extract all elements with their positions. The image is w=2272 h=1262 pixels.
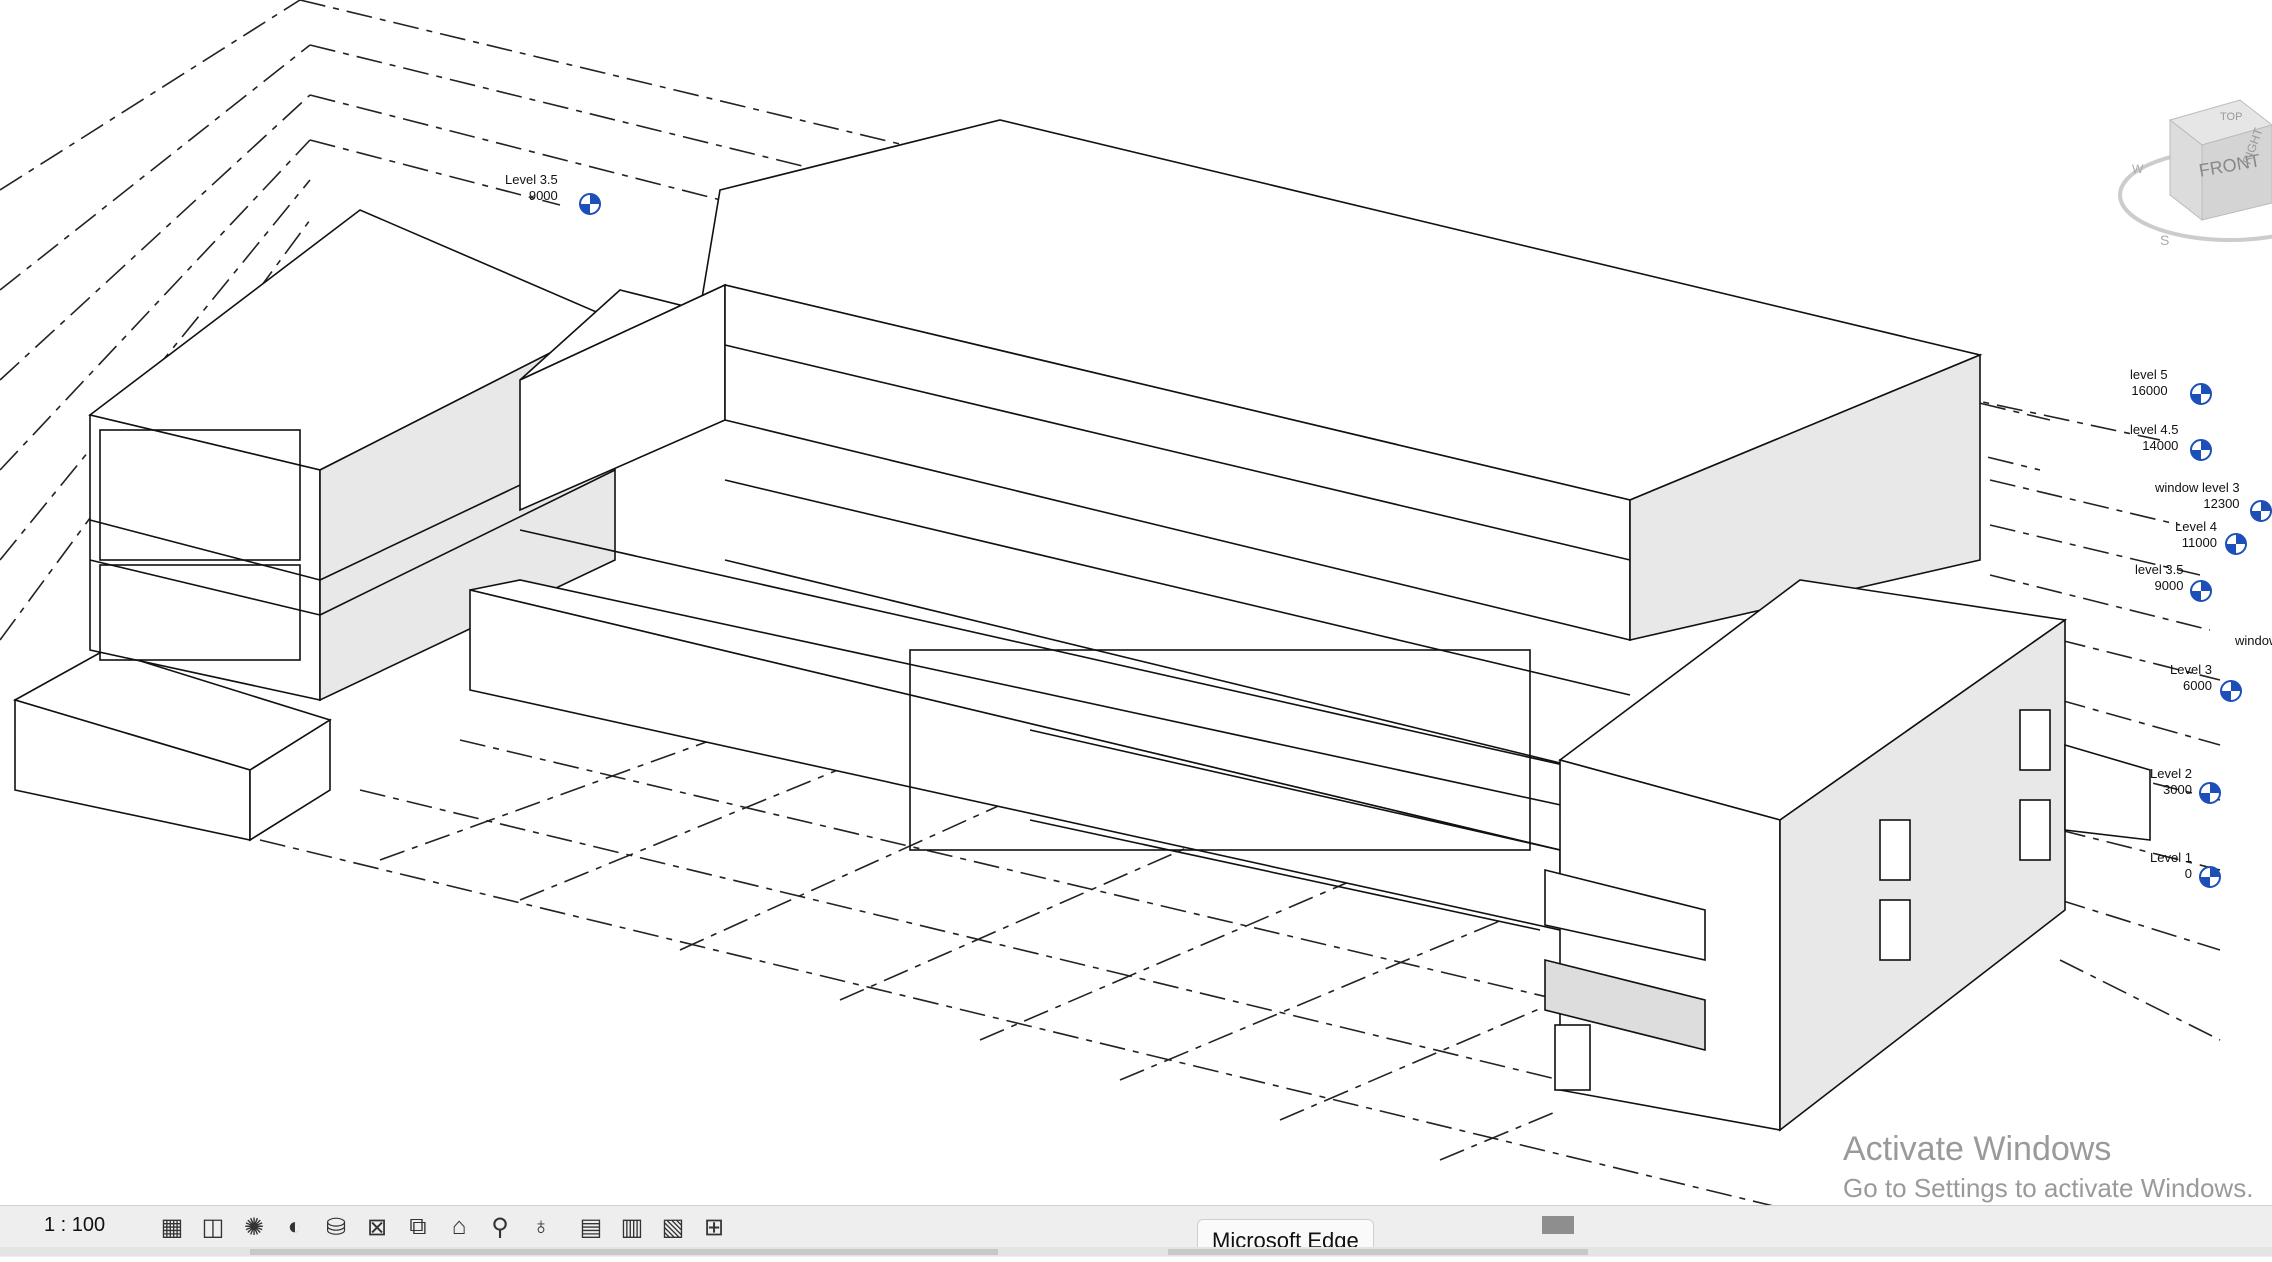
scrollbar-segment[interactable] <box>1168 1249 1588 1255</box>
scrollbar-thumb[interactable] <box>1542 1216 1574 1234</box>
level-tag: window level 3 12300 <box>2155 480 2240 512</box>
compass-s-label: S <box>2160 232 2169 248</box>
level-elevation: 9000 <box>2154 578 2184 593</box>
level-tag: window <box>2235 633 2272 649</box>
analytical-model-icon[interactable]: ▧ <box>656 1210 690 1244</box>
viewcube[interactable]: FRONT TOP RIGHT W S <box>2110 85 2272 265</box>
level-tag: level 5 16000 <box>2130 367 2168 399</box>
watermark-subtitle: Go to Settings to activate Windows. <box>1843 1173 2254 1203</box>
level-marker-icon[interactable] <box>2225 533 2247 555</box>
unlock-3d-icon[interactable]: ⌂ <box>442 1210 476 1244</box>
level-name: Level 3 <box>2170 662 2212 677</box>
visual-style-icon[interactable]: ◫ <box>196 1210 230 1244</box>
level-tag: Level 2 3000 <box>2150 766 2192 798</box>
level-tag: Level 4 11000 <box>2175 519 2217 551</box>
view-scale[interactable]: 1 : 100 <box>44 1214 105 1237</box>
show-crop-icon[interactable]: ⧉ <box>401 1210 435 1244</box>
design-options-icon[interactable]: ▥ <box>615 1210 649 1244</box>
level-marker-icon[interactable] <box>2250 500 2272 522</box>
level-name: window level 3 <box>2155 480 2240 495</box>
level-elevation: 14000 <box>2142 438 2179 453</box>
temporary-hide-icon[interactable]: ⚲ <box>483 1210 517 1244</box>
level-tag: level 3.5 9000 <box>2135 562 2183 594</box>
scrollbar-segment[interactable] <box>250 1249 998 1255</box>
level-tag: Level 1 0 <box>2150 850 2192 882</box>
building-3d-view[interactable] <box>0 0 2272 1205</box>
level-marker-icon[interactable] <box>579 193 601 215</box>
level-name: Level 3.5 <box>505 172 558 187</box>
reveal-hidden-icon[interactable]: ♁ <box>524 1210 558 1244</box>
level-name: Level 2 <box>2150 766 2192 781</box>
level-name: level 3.5 <box>2135 562 2184 577</box>
level-elevation: 6000 <box>2183 678 2212 693</box>
level-name: level 4.5 <box>2130 422 2179 437</box>
level-elevation: 12300 <box>2203 496 2240 511</box>
level-marker-icon[interactable] <box>2190 580 2212 602</box>
level-elevation: 0 <box>2184 866 2192 881</box>
level-tag: level 4.5 14000 <box>2130 422 2178 454</box>
level-name: window <box>2235 633 2272 648</box>
viewcube-top-label[interactable]: TOP <box>2220 111 2242 123</box>
level-marker-icon[interactable] <box>2190 383 2212 405</box>
render-icon[interactable]: ⛁ <box>319 1210 353 1244</box>
level-elevation: 9000 <box>528 188 558 203</box>
level-elevation: 16000 <box>2131 383 2168 398</box>
level-marker-icon[interactable] <box>2190 439 2212 461</box>
right-wing <box>1544 579 2151 1132</box>
worksharing-icon[interactable]: ▤ <box>574 1210 608 1244</box>
level-tag: Level 3 6000 <box>2170 662 2212 694</box>
level-marker-icon[interactable] <box>2199 782 2221 804</box>
compass-w-label: W <box>2132 162 2144 176</box>
detail-level-icon[interactable]: ▦ <box>155 1210 189 1244</box>
crop-view-icon[interactable]: ⊠ <box>360 1210 394 1244</box>
level-marker-icon[interactable] <box>2220 680 2242 702</box>
level-name: Level 1 <box>2150 850 2192 865</box>
highlight-displacement-icon[interactable]: ⊞ <box>697 1210 731 1244</box>
level-marker-icon[interactable] <box>2199 866 2221 888</box>
shadows-icon[interactable]: ◐ <box>278 1210 312 1244</box>
level-name: level 5 <box>2130 367 2168 382</box>
activate-windows-watermark: Activate Windows Go to Settings to activ… <box>1843 1130 2253 1204</box>
level-elevation: 11000 <box>2181 535 2217 550</box>
level-name: Level 4 <box>2175 519 2217 534</box>
level-elevation: 3000 <box>2163 782 2192 797</box>
level-tag: Level 3.5 9000 <box>505 172 558 204</box>
watermark-title: Activate Windows <box>1843 1130 2112 1168</box>
model-viewport[interactable]: Level 3.5 9000 level 5 16000 level 4.5 1… <box>0 0 2272 1205</box>
sun-path-icon[interactable]: ✺ <box>237 1210 271 1244</box>
